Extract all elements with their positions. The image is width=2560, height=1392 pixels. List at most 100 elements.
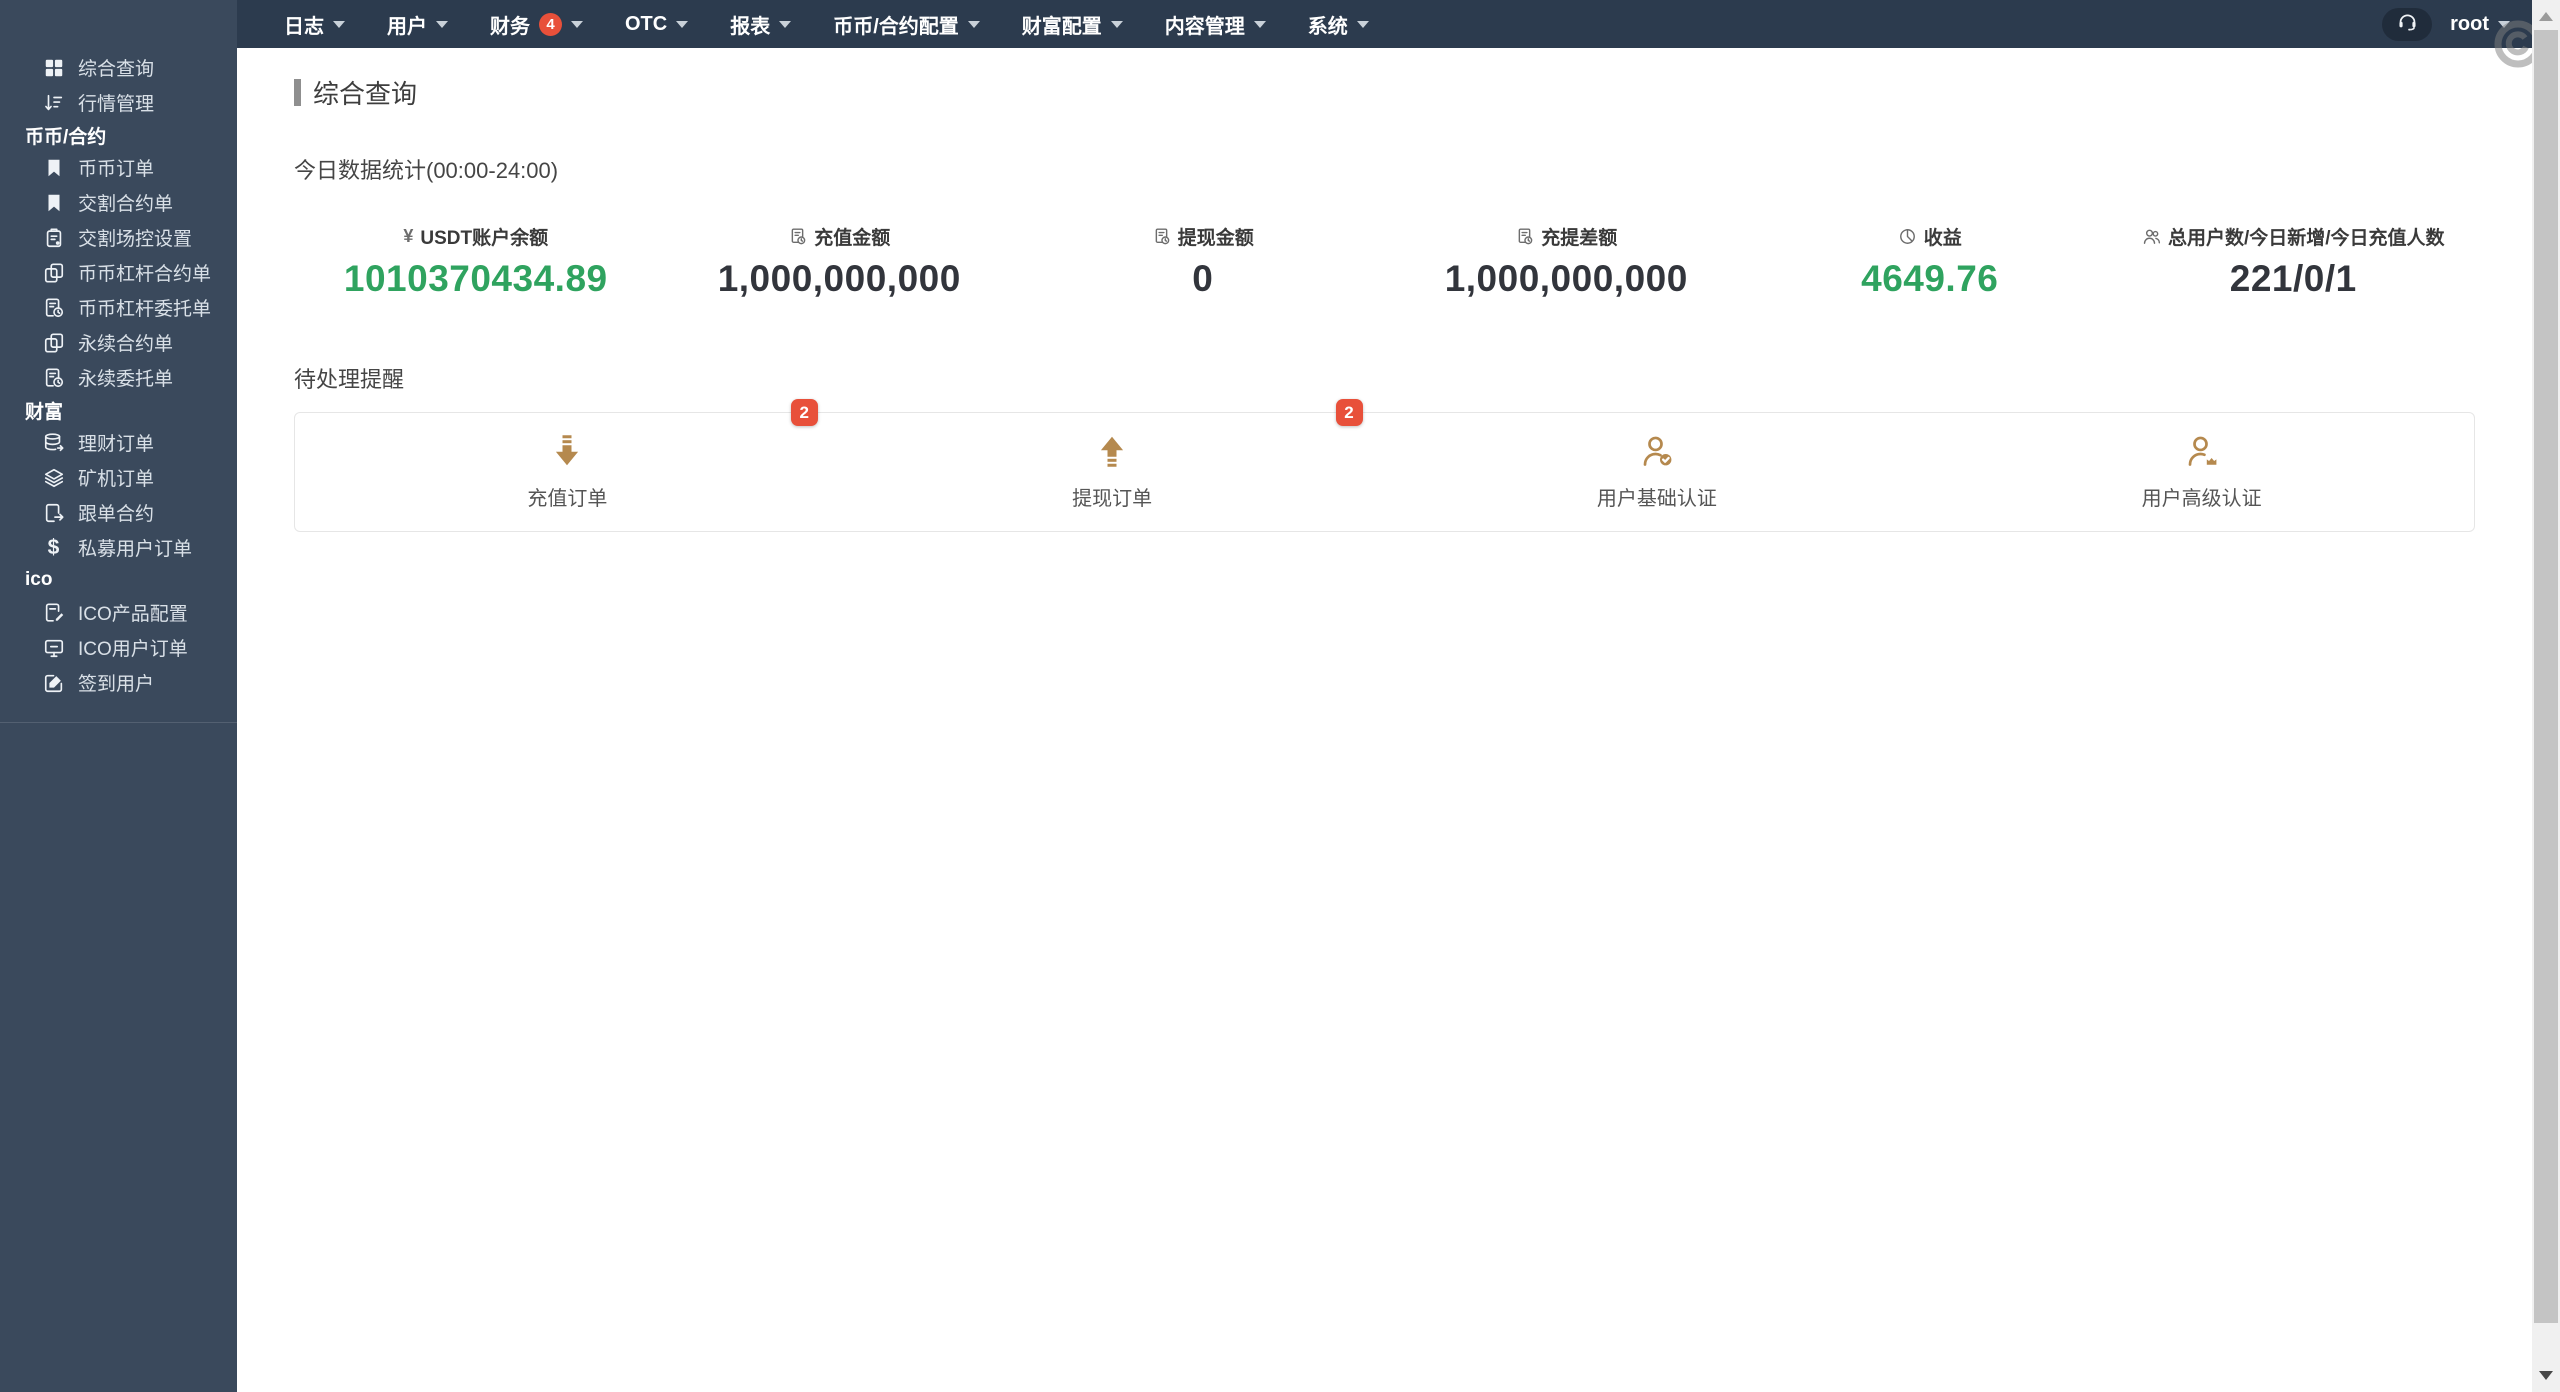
stat-value: 221/0/1	[2230, 258, 2357, 300]
stat-label: 总用户数/今日新增/今日充值人数	[2168, 223, 2445, 250]
chevron-down-icon	[571, 21, 583, 28]
file-clock-icon	[42, 296, 65, 319]
chevron-down-icon	[1357, 21, 1369, 28]
nav-item-label: OTC	[625, 13, 667, 36]
sidebar-item[interactable]: $私募用户订单	[0, 530, 237, 565]
nav-item[interactable]: 报表	[709, 0, 812, 48]
username: root	[2450, 13, 2489, 36]
sidebar-section-label: ico	[25, 569, 52, 591]
sidebar-section-label: 财富	[25, 397, 63, 424]
sidebar-item-label: 永续合约单	[78, 329, 173, 356]
sidebar-item[interactable]: 币币订单	[0, 150, 237, 185]
upload-icon	[1094, 433, 1130, 469]
sidebar-item[interactable]: 矿机订单	[0, 460, 237, 495]
vertical-scrollbar[interactable]	[2532, 0, 2560, 1392]
nav-item-label: 币币/合约配置	[833, 10, 959, 39]
nav-item-label: 内容管理	[1165, 10, 1245, 39]
headset-icon	[2397, 11, 2418, 37]
sidebar-item[interactable]: 永续委托单	[0, 360, 237, 395]
sidebar-item-label: 行情管理	[78, 89, 154, 116]
sidebar-item[interactable]: 交割合约单	[0, 185, 237, 220]
grid-icon	[42, 56, 65, 79]
sidebar-item[interactable]: 交割场控设置	[0, 220, 237, 255]
sidebar-item[interactable]: ICO产品配置	[0, 595, 237, 630]
scrollbar-thumb[interactable]	[2534, 30, 2558, 1323]
stat-value: 1010370434.89	[344, 258, 608, 300]
chevron-down-icon	[2498, 21, 2510, 28]
reminder-item[interactable]: 用户基础认证	[1385, 413, 1930, 531]
stat-card: 充提差额1,000,000,000	[1385, 223, 1749, 300]
stat-label: 提现金额	[1178, 223, 1254, 250]
stat-value: 4649.76	[1861, 258, 1998, 300]
reminder-label: 用户高级认证	[2142, 482, 2262, 511]
sidebar-item[interactable]: 永续合约单	[0, 325, 237, 360]
sidebar-item[interactable]: 理财订单	[0, 425, 237, 460]
edit-icon	[42, 671, 65, 694]
copy-icon	[42, 331, 65, 354]
sidebar: 综合查询行情管理币币/合约币币订单交割合约单交割场控设置币币杠杆合约单币币杠杆委…	[0, 0, 237, 1392]
nav-item[interactable]: 内容管理	[1144, 0, 1287, 48]
sidebar-item-label: ICO用户订单	[78, 634, 188, 661]
nav-item-label: 系统	[1308, 10, 1348, 39]
sidebar-item[interactable]: 行情管理	[0, 85, 237, 120]
stat-label: 收益	[1924, 223, 1962, 250]
stat-card: 收益 4649.76	[1748, 223, 2112, 300]
page-title: 综合查询	[313, 74, 417, 111]
file-export-icon	[42, 501, 65, 524]
scroll-up-arrow[interactable]	[2539, 12, 2553, 21]
nav-item[interactable]: OTC	[604, 0, 709, 48]
reminders-section-title: 待处理提醒	[294, 362, 2475, 394]
sidebar-section-label: 币币/合约	[25, 122, 106, 149]
sidebar-menu: 综合查询行情管理币币/合约币币订单交割合约单交割场控设置币币杠杆合约单币币杠杆委…	[0, 0, 237, 723]
scroll-down-arrow[interactable]	[2539, 1371, 2553, 1380]
file-clock-icon	[42, 366, 65, 389]
sidebar-item-label: 永续委托单	[78, 364, 173, 391]
reminder-item[interactable]: 2充值订单	[295, 413, 840, 531]
stat-label-row: 总用户数/今日新增/今日充值人数	[2142, 223, 2445, 250]
sidebar-item[interactable]: 跟单合约	[0, 495, 237, 530]
reminder-item[interactable]: 用户高级认证	[1929, 413, 2474, 531]
navbar-menu: 日志 用户 财务4 OTC 报表币币/合约配置 财富配置内容管理 系统	[263, 0, 1390, 48]
sidebar-item-label: 跟单合约	[78, 499, 154, 526]
dollar-icon: $	[42, 536, 65, 559]
nav-item[interactable]: 用户	[366, 0, 469, 48]
page-header: 综合查询	[294, 74, 2475, 111]
file-edit-icon	[42, 601, 65, 624]
nav-item-label: 日志	[284, 10, 324, 39]
reminder-label: 用户基础认证	[1597, 482, 1717, 511]
stat-value: 0	[1192, 258, 1213, 300]
nav-item[interactable]: 日志	[263, 0, 366, 48]
stat-label-row: ¥USDT账户余额	[403, 223, 548, 250]
nav-item[interactable]: 财富配置	[1001, 0, 1144, 48]
sidebar-item-label: 理财订单	[78, 429, 154, 456]
nav-item[interactable]: 币币/合约配置	[812, 0, 1001, 48]
reminder-label: 充值订单	[527, 482, 607, 511]
stat-label: 充值金额	[814, 223, 890, 250]
sidebar-item-label: 交割场控设置	[78, 224, 192, 251]
title-accent-bar	[294, 79, 301, 106]
sidebar-item[interactable]: 币币杠杆委托单	[0, 290, 237, 325]
sidebar-item[interactable]: 综合查询	[0, 50, 237, 85]
support-button[interactable]	[2382, 8, 2432, 41]
nav-item[interactable]: 系统	[1287, 0, 1390, 48]
nav-item-label: 用户	[387, 10, 427, 39]
sidebar-section-header: 币币/合约	[0, 120, 237, 150]
stat-card: 提现金额 0	[1021, 223, 1385, 300]
coins-icon	[42, 431, 65, 454]
stat-label: USDT账户余额	[420, 223, 548, 250]
sidebar-item-label: 币币杠杆委托单	[78, 294, 211, 321]
chevron-down-icon	[333, 21, 345, 28]
nav-item[interactable]: 财务4	[469, 0, 604, 48]
sidebar-item[interactable]: 签到用户	[0, 665, 237, 700]
bill-icon	[1515, 227, 1534, 246]
stat-card: 总用户数/今日新增/今日充值人数 221/0/1	[2112, 223, 2476, 300]
chevron-down-icon	[436, 21, 448, 28]
sidebar-item[interactable]: ICO用户订单	[0, 630, 237, 665]
reminder-item[interactable]: 2提现订单	[840, 413, 1385, 531]
sidebar-item-label: 签到用户	[78, 669, 154, 696]
sidebar-item[interactable]: 币币杠杆合约单	[0, 255, 237, 290]
sidebar-section-header: ico	[0, 565, 237, 595]
layers-icon	[42, 466, 65, 489]
sidebar-item-label: 综合查询	[78, 54, 154, 81]
user-menu[interactable]: root	[2450, 13, 2510, 36]
